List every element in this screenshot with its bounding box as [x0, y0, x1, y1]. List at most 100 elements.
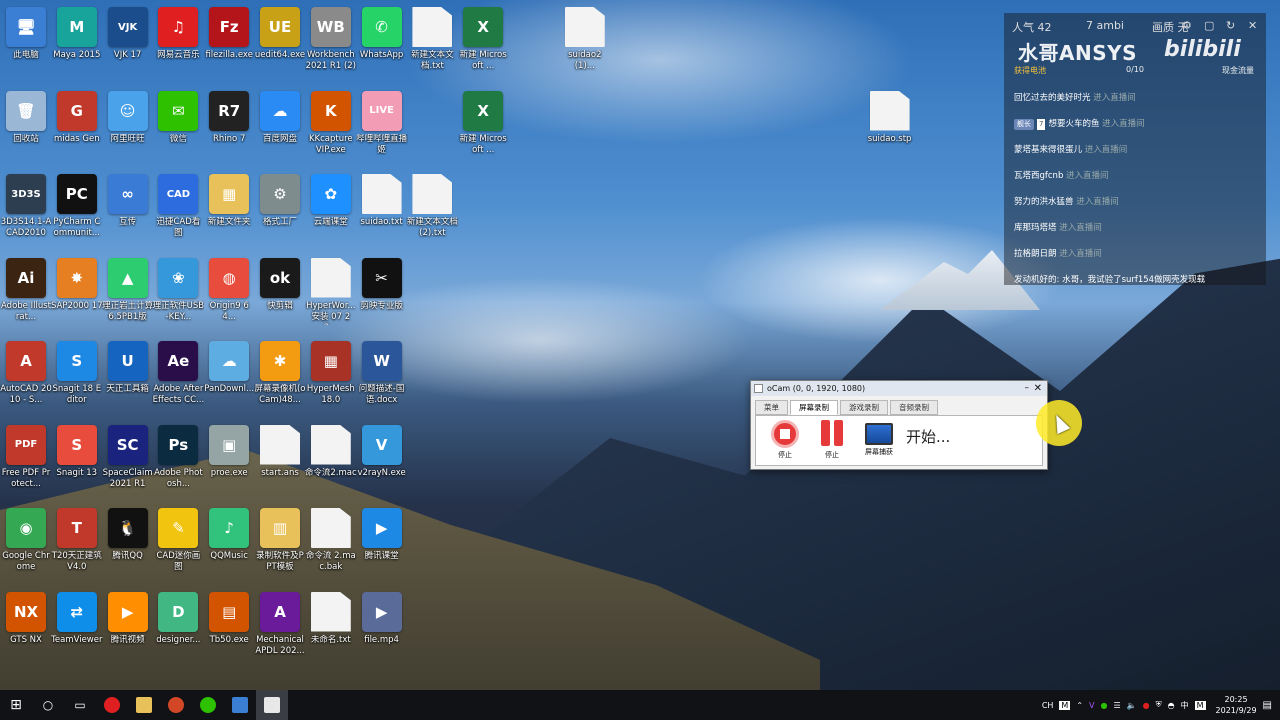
desktop-icon[interactable]: 3D3S 3D3S14.1-ACAD2010: [0, 174, 52, 239]
desktop-icon[interactable]: Ai Adobe Illustrat...: [0, 257, 52, 323]
tray-qq-icon[interactable]: ◓: [1168, 701, 1175, 710]
desktop-icon[interactable]: 命令流2.mac: [305, 424, 357, 479]
desktop-icon[interactable]: suidao.txt: [356, 174, 408, 228]
tray-overflow-icon[interactable]: ⌃: [1076, 701, 1083, 710]
desktop-icon[interactable]: ▲ 理正岩土计算6.5PB1版: [102, 257, 154, 323]
desktop-icon[interactable]: ▦ 新建文件夹: [203, 174, 255, 228]
tray-input-icon[interactable]: M: [1194, 700, 1206, 710]
desktop-icon[interactable]: 🐧 腾讯QQ: [102, 508, 154, 562]
desktop-icon[interactable]: Fz filezilla.exe: [203, 7, 255, 61]
desktop-icon[interactable]: 🗑 回收站: [0, 90, 52, 145]
desktop-icon[interactable]: A AutoCAD 2010 - S...: [0, 341, 52, 406]
desktop-icon[interactable]: ▦ HyperMesh 18.0: [305, 341, 357, 406]
desktop-icon[interactable]: PC PyCharm Communit...: [51, 174, 103, 239]
desktop-icon[interactable]: ▣ proe.exe: [203, 424, 255, 479]
desktop-icon[interactable]: Vv2rayN.exe: [356, 424, 408, 479]
desktop-icon[interactable]: 命令流 2.mac.bak: [305, 508, 357, 573]
ime-indicator[interactable]: CH: [1042, 701, 1054, 710]
desktop-icon[interactable]: HyperWor... 安装 07 22...: [305, 257, 357, 325]
desktop-icon[interactable]: S Snagit 13: [51, 424, 103, 479]
desktop-icon[interactable]: ✂ 剪映专业版: [356, 257, 408, 312]
settings-icon[interactable]: ⚙: [1182, 19, 1192, 32]
notification-icon[interactable]: ▤: [1263, 700, 1272, 711]
ocam-titlebar[interactable]: oCam (0, 0, 1920, 1080) – ✕: [751, 381, 1047, 396]
desktop-icon[interactable]: ▶ 腾讯视频: [102, 591, 154, 646]
desktop-icon[interactable]: 新建文本文档(2).txt: [406, 174, 458, 239]
desktop-icon[interactable]: U 天正工具箱: [102, 341, 154, 395]
desktop-icon[interactable]: T T20天正建筑 V4.0: [51, 508, 103, 573]
desktop-icon[interactable]: 🖥 此电脑: [0, 7, 52, 61]
ocam-tab[interactable]: 音频录制: [890, 400, 938, 415]
desktop-icon[interactable]: ☁ PanDownl...: [203, 341, 255, 395]
desktop-icon[interactable]: 新建文本文档.txt: [406, 7, 458, 72]
desktop-icon[interactable]: NX GTS NX: [0, 591, 52, 646]
tray-wechat-icon[interactable]: ●: [1101, 701, 1108, 710]
taskbar-ocam[interactable]: [256, 690, 288, 720]
taskbar-netease-music[interactable]: [96, 690, 128, 720]
desktop-icon[interactable]: ⇄ TeamViewer: [51, 591, 103, 646]
lock-icon[interactable]: ▢: [1204, 19, 1214, 32]
desktop-icon[interactable]: Ddesigner...: [152, 591, 204, 646]
desktop-icon[interactable]: ▶ file.mp4: [356, 591, 408, 646]
desktop-icon[interactable]: suidao.stp: [864, 90, 916, 145]
desktop-icon[interactable]: ☺ 阿里旺旺: [102, 90, 154, 145]
desktop-icon[interactable]: ✆ WhatsApp: [356, 7, 408, 61]
desktop-icon[interactable]: A Mechanical APDL 202...: [254, 591, 306, 657]
tray-lang-indicator[interactable]: 中: [1181, 700, 1189, 711]
desktop-icon[interactable]: ▥ 录制软件及PPT模板: [254, 508, 306, 573]
desktop-icon[interactable]: ✉ 微信: [152, 90, 204, 145]
desktop-icon[interactable]: PDF Free PDF Protect...: [0, 424, 52, 490]
ocam-tab[interactable]: 游戏录制: [840, 400, 888, 415]
desktop-icon[interactable]: ☁ 百度网盘: [254, 90, 306, 145]
desktop-icon[interactable]: UE uedit64.exe: [254, 7, 306, 61]
desktop-icon[interactable]: ♫ 网易云音乐: [152, 7, 204, 61]
ime-m-icon[interactable]: M: [1059, 700, 1071, 710]
desktop-icon[interactable]: ◉ Google Chrome: [0, 508, 52, 573]
desktop-icon[interactable]: R7 Rhino 7: [203, 90, 255, 145]
pause-button[interactable]: 停止: [815, 420, 849, 460]
desktop-icon[interactable]: suidao2(1)...: [559, 7, 611, 72]
tray-shield-icon[interactable]: ⛨: [1156, 700, 1162, 710]
close-button[interactable]: ✕: [1034, 381, 1042, 396]
desktop-icon[interactable]: ♪ QQMusic: [203, 508, 255, 562]
desktop-icon[interactable]: ▶ 腾讯课堂: [356, 508, 408, 562]
ocam-tab[interactable]: 菜单: [755, 400, 788, 415]
desktop-icon[interactable]: ◍ Origin9 64...: [203, 257, 255, 323]
desktop-icon[interactable]: ∞ 互传: [102, 174, 154, 228]
close-icon[interactable]: ✕: [1248, 19, 1257, 32]
desktop-icon[interactable]: ✿ 云端课堂: [305, 174, 357, 228]
tray-network-icon[interactable]: ☰: [1114, 701, 1121, 710]
desktop-icon[interactable]: ✎ CAD迷你画图: [152, 508, 204, 573]
desktop-icon[interactable]: CAD 迅捷CAD看图: [152, 174, 204, 239]
start-button[interactable]: ⊞: [0, 690, 32, 720]
tray-app-icon[interactable]: V: [1089, 701, 1094, 710]
desktop-icon[interactable]: K KKcapture VIP.exe: [305, 90, 357, 156]
stop-record-button[interactable]: 停止: [768, 420, 802, 460]
desktop-icon[interactable]: X 新建 Microsoft ...: [457, 7, 509, 72]
desktop-icon[interactable]: LIVE 哔哩哔哩直播姬: [356, 90, 408, 156]
desktop-icon[interactable]: ❀ 理正软件USB-KEY...: [152, 257, 204, 323]
tray-music-icon[interactable]: ●: [1143, 701, 1150, 710]
desktop-icon[interactable]: Gmidas Gen: [51, 90, 103, 145]
desktop-icon[interactable]: ▤ Tb50.exe: [203, 591, 255, 646]
desktop-icon[interactable]: X 新建 Microsoft ...: [457, 90, 509, 156]
taskbar-app[interactable]: [224, 690, 256, 720]
desktop-icon[interactable]: WB Workbench 2021 R1 (2): [305, 7, 357, 72]
refresh-icon[interactable]: ↻: [1226, 19, 1235, 32]
desktop-icon[interactable]: ⚙ 格式工厂: [254, 174, 306, 228]
desktop-icon[interactable]: SC SpaceClaim 2021 R1: [102, 424, 154, 490]
desktop-icon[interactable]: ✱ 屏幕录像机(oCam)48...: [254, 341, 306, 406]
screen-capture-button[interactable]: 屏幕捕获: [862, 420, 896, 457]
desktop-icon[interactable]: M Maya 2015: [51, 7, 103, 61]
taskbar-wechat[interactable]: [192, 690, 224, 720]
desktop-icon[interactable]: ✸ SAP2000 17: [51, 257, 103, 312]
desktop-icon[interactable]: 未命名.txt: [305, 591, 357, 646]
desktop-icon[interactable]: VJK VJK 17: [102, 7, 154, 61]
tray-volume-icon[interactable]: 🔈: [1127, 701, 1137, 710]
desktop-icon[interactable]: Ps Adobe Photosh...: [152, 424, 204, 490]
clock[interactable]: 20:25 2021/9/29: [1216, 694, 1257, 716]
ocam-tab[interactable]: 屏幕录制: [790, 400, 838, 415]
desktop-icon[interactable]: ok 快剪辑: [254, 257, 306, 312]
desktop-icon[interactable]: Ae Adobe After Effects CC...: [152, 341, 204, 406]
desktop-icon[interactable]: S Snagit 18 Editor: [51, 341, 103, 406]
